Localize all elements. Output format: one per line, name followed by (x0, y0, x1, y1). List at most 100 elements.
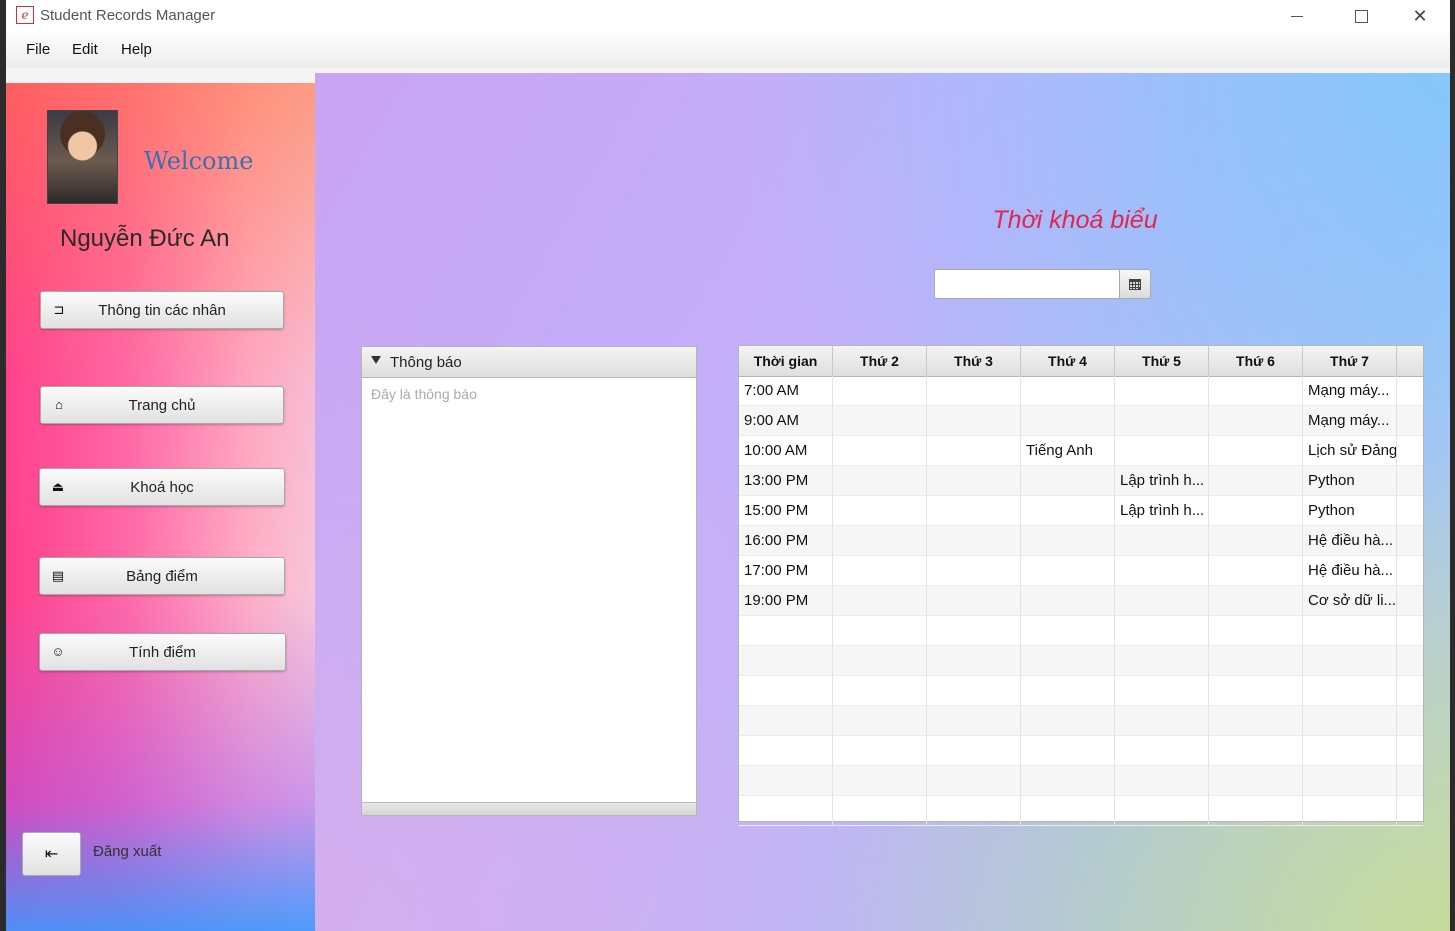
table-cell[interactable] (1209, 736, 1303, 766)
table-cell[interactable] (739, 706, 833, 736)
table-cell[interactable] (1303, 736, 1397, 766)
maximize-button[interactable] (1338, 0, 1384, 32)
table-cell[interactable] (927, 736, 1021, 766)
table-cell[interactable] (1115, 436, 1209, 466)
table-cell[interactable] (927, 616, 1021, 646)
table-cell[interactable]: Lập trình h... (1115, 466, 1209, 496)
table-row[interactable] (739, 676, 1423, 706)
table-cell[interactable]: Python (1303, 496, 1397, 526)
table-cell[interactable] (1303, 616, 1397, 646)
table-cell[interactable] (1021, 556, 1115, 586)
date-picker-input[interactable] (934, 269, 1120, 299)
menu-file[interactable]: File (26, 41, 50, 58)
table-cell[interactable] (1115, 706, 1209, 736)
menu-help[interactable]: Help (121, 41, 152, 58)
table-row[interactable]: 9:00 AM Mạng máy... (739, 406, 1423, 436)
table-cell[interactable] (1021, 616, 1115, 646)
table-row[interactable]: 13:00 PM Lập trình h... Python (739, 466, 1423, 496)
column-header[interactable]: Thời gian (739, 346, 833, 376)
table-cell[interactable] (927, 676, 1021, 706)
table-cell[interactable] (1115, 766, 1209, 796)
column-header[interactable]: Thứ 6 (1209, 346, 1303, 376)
table-cell[interactable] (833, 376, 927, 406)
table-cell[interactable] (927, 436, 1021, 466)
table-cell[interactable] (1209, 766, 1303, 796)
calculate-grade-button[interactable]: ☺ Tính điểm (39, 633, 286, 671)
table-cell[interactable] (1115, 616, 1209, 646)
column-header[interactable]: Thứ 4 (1021, 346, 1115, 376)
table-cell[interactable]: 13:00 PM (739, 466, 833, 496)
table-cell[interactable] (1115, 526, 1209, 556)
table-cell[interactable] (1209, 586, 1303, 616)
table-cell[interactable]: Mạng máy... (1303, 376, 1397, 406)
table-cell[interactable] (833, 466, 927, 496)
column-header[interactable]: Thứ 2 (833, 346, 927, 376)
table-cell[interactable] (739, 736, 833, 766)
table-cell[interactable] (1021, 496, 1115, 526)
table-cell[interactable] (833, 406, 927, 436)
table-cell[interactable] (833, 796, 927, 826)
table-cell[interactable] (1209, 796, 1303, 826)
table-cell[interactable]: Python (1303, 466, 1397, 496)
table-cell[interactable] (833, 436, 927, 466)
table-cell[interactable] (1209, 496, 1303, 526)
table-cell[interactable] (833, 646, 927, 676)
table-cell[interactable] (1303, 796, 1397, 826)
table-cell[interactable] (1209, 526, 1303, 556)
table-cell[interactable] (1115, 736, 1209, 766)
table-cell[interactable] (833, 586, 927, 616)
table-row[interactable]: 16:00 PM Hệ điều hà... (739, 526, 1423, 556)
column-header[interactable]: Thứ 7 (1303, 346, 1397, 376)
close-button[interactable]: ✕ (1397, 0, 1443, 32)
table-cell[interactable]: Cơ sở dữ li... (1303, 586, 1397, 616)
table-cell[interactable] (833, 556, 927, 586)
table-row[interactable] (739, 736, 1423, 766)
table-cell[interactable] (1021, 526, 1115, 556)
table-cell[interactable]: Lịch sử Đảng (1303, 436, 1397, 466)
table-cell[interactable] (1209, 676, 1303, 706)
table-row[interactable]: 7:00 AM Mạng máy... (739, 376, 1423, 406)
menu-edit[interactable]: Edit (72, 41, 98, 58)
table-cell[interactable] (833, 616, 927, 646)
table-cell[interactable]: Mạng máy... (1303, 406, 1397, 436)
table-cell[interactable] (739, 796, 833, 826)
table-cell[interactable]: 7:00 AM (739, 376, 833, 406)
table-cell[interactable]: 17:00 PM (739, 556, 833, 586)
table-cell[interactable] (927, 706, 1021, 736)
courses-button[interactable]: ⏏ Khoá học (39, 468, 285, 506)
notification-scrollbar[interactable] (362, 802, 696, 815)
table-cell[interactable] (1021, 676, 1115, 706)
table-cell[interactable]: Hệ điều hà... (1303, 526, 1397, 556)
table-row[interactable] (739, 706, 1423, 736)
table-row[interactable]: 10:00 AM Tiếng Anh Lịch sử Đảng (739, 436, 1423, 466)
table-row[interactable]: 17:00 PM Hệ điều hà... (739, 556, 1423, 586)
table-cell[interactable] (1115, 586, 1209, 616)
table-cell[interactable] (1021, 766, 1115, 796)
table-cell[interactable] (739, 676, 833, 706)
table-row[interactable] (739, 796, 1423, 826)
table-cell[interactable] (927, 556, 1021, 586)
table-cell[interactable] (1115, 406, 1209, 436)
table-cell[interactable] (1209, 646, 1303, 676)
table-cell[interactable] (1021, 796, 1115, 826)
table-cell[interactable] (1209, 436, 1303, 466)
table-cell[interactable] (1021, 736, 1115, 766)
table-cell[interactable] (1021, 406, 1115, 436)
table-cell[interactable]: 9:00 AM (739, 406, 833, 436)
table-cell[interactable] (927, 766, 1021, 796)
table-cell[interactable] (1021, 706, 1115, 736)
table-cell[interactable] (1115, 676, 1209, 706)
table-cell[interactable] (927, 496, 1021, 526)
table-cell[interactable] (927, 526, 1021, 556)
table-cell[interactable] (1303, 676, 1397, 706)
table-cell[interactable] (1115, 796, 1209, 826)
table-cell[interactable]: 15:00 PM (739, 496, 833, 526)
table-cell[interactable] (927, 406, 1021, 436)
table-row[interactable] (739, 646, 1423, 676)
table-cell[interactable] (833, 766, 927, 796)
minimize-button[interactable] (1274, 0, 1320, 32)
table-cell[interactable] (1209, 616, 1303, 646)
table-cell[interactable] (1021, 376, 1115, 406)
table-cell[interactable] (1115, 646, 1209, 676)
table-cell[interactable] (1209, 406, 1303, 436)
